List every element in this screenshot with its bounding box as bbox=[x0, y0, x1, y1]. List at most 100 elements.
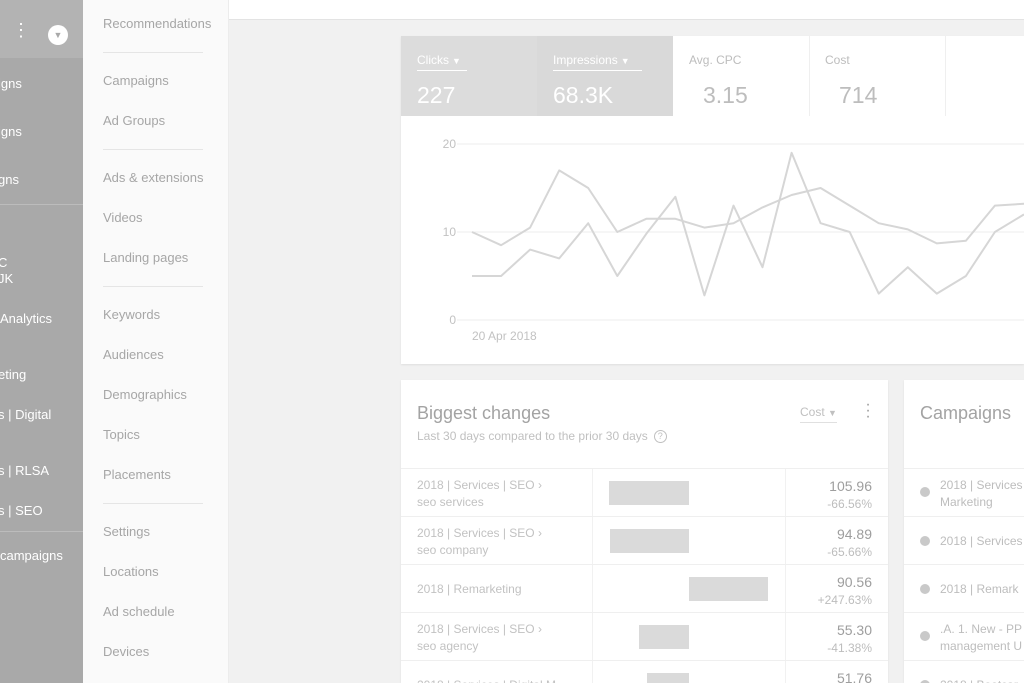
row-value: 55.30 bbox=[836, 622, 872, 638]
series-line-0 bbox=[471, 169, 1024, 247]
nav-item-keywords[interactable]: Keywords bbox=[103, 307, 160, 322]
metric-label: Clicks ▼ bbox=[417, 53, 461, 67]
nav-item-campaigns[interactable]: Campaigns bbox=[103, 73, 169, 88]
campaign-name-line2: Marketing bbox=[940, 495, 993, 509]
metric-label: Cost bbox=[825, 53, 850, 67]
campaign-row[interactable]: .A. 1. New - PP management U bbox=[904, 612, 1024, 661]
row-change: -41.38% bbox=[827, 641, 872, 655]
biggest-changes-card: Biggest changes Last 30 days compared to… bbox=[401, 380, 888, 683]
nav-item-videos[interactable]: Videos bbox=[103, 210, 143, 225]
change-bar bbox=[610, 529, 689, 553]
nav-divider bbox=[103, 286, 203, 287]
change-bar-zone bbox=[592, 517, 786, 565]
nav-item-placements[interactable]: Placements bbox=[103, 467, 171, 482]
metric-clicks[interactable]: Clicks ▼ 227 bbox=[401, 36, 537, 116]
table-row[interactable]: 2018 | Services | Digital M... › 51.76 bbox=[401, 660, 888, 683]
nav-item-recommendations[interactable]: Recommendations bbox=[103, 16, 211, 31]
sidebar-campaign-item[interactable]: JK bbox=[0, 271, 13, 286]
table-row[interactable]: 2018 | Remarketing 90.56 +247.63% bbox=[401, 564, 888, 613]
row-value: 105.96 bbox=[829, 478, 872, 494]
nav-item-devices[interactable]: Devices bbox=[103, 644, 149, 659]
metric-avg-cpc[interactable]: Avg. CPC 3.15 bbox=[673, 36, 810, 116]
campaigns-card: Campaigns 2018 | Services Marketing 2018 |… bbox=[904, 380, 1024, 683]
status-dot-icon bbox=[920, 487, 930, 497]
campaign-row[interactable]: 2018 | Services bbox=[904, 516, 1024, 565]
sidebar-all-campaigns[interactable]: campaigns bbox=[0, 548, 63, 563]
table-row[interactable]: 2018 | Services | SEO › seo agency 55.30 -4… bbox=[401, 612, 888, 661]
status-dot-icon bbox=[920, 631, 930, 641]
sidebar-campaign-item[interactable]: s | Digital bbox=[0, 407, 51, 422]
change-bar bbox=[639, 625, 689, 649]
campaign-row[interactable]: 2018 | Remark bbox=[904, 564, 1024, 613]
performance-card: Clicks ▼ 227 Impressions ▼ 68.3K Avg. CPC … bbox=[401, 36, 1024, 364]
nav-item-settings[interactable]: Settings bbox=[103, 524, 150, 539]
nav-divider bbox=[103, 503, 203, 504]
row-name: 2018 | Services | Digital M... › bbox=[417, 678, 573, 683]
nav-divider bbox=[103, 149, 203, 150]
metric-value: 714 bbox=[839, 82, 878, 108]
change-bar-zone bbox=[592, 565, 786, 613]
sidebar-campaign-item[interactable]: C bbox=[0, 255, 7, 270]
sidebar-campaign-item[interactable]: gns bbox=[0, 172, 19, 187]
metric-value: 3.15 bbox=[703, 82, 748, 108]
campaign-name: .A. 1. New - PP bbox=[940, 622, 1023, 636]
campaign-row[interactable]: 2018 | Bootcar bbox=[904, 660, 1024, 683]
nav-divider bbox=[103, 52, 203, 53]
campaign-name: 2018 | Bootcar bbox=[940, 678, 1018, 683]
nav-item-ad-groups[interactable]: Ad Groups bbox=[103, 113, 165, 128]
card-title: Biggest changes bbox=[417, 403, 551, 423]
metric-underline bbox=[553, 70, 642, 71]
row-change: -66.56% bbox=[827, 497, 872, 511]
sidebar-campaign-item[interactable]: eting bbox=[0, 367, 26, 382]
y-tick-label: 10 bbox=[443, 225, 457, 239]
sidebar-campaign-item[interactable]: Analytics bbox=[0, 311, 52, 326]
row-name: 2018 | Services | SEO › seo agency bbox=[417, 622, 542, 653]
metric-cost[interactable]: Cost 714 bbox=[809, 36, 946, 116]
performance-chart: 20 10 0 20 Apr 2018 bbox=[401, 116, 1024, 364]
help-icon[interactable]: ? bbox=[653, 430, 667, 444]
account-sidebar-header: ⋮ ▼ bbox=[0, 0, 83, 58]
more-vert-icon[interactable]: ⋮ bbox=[12, 21, 30, 39]
x-tick-label: 20 Apr 2018 bbox=[472, 329, 537, 343]
metric-underline bbox=[417, 70, 467, 71]
nav-item-ad-schedule[interactable]: Ad schedule bbox=[103, 604, 175, 619]
nav-item-demographics[interactable]: Demographics bbox=[103, 387, 187, 402]
metric-label: Impressions ▼ bbox=[553, 53, 630, 67]
dropdown-caret-icon: ▼ bbox=[452, 56, 461, 66]
campaign-name: 2018 | Services bbox=[940, 478, 1023, 492]
account-sidebar: ⋮ ▼ igns igns gns C JK Analytics eting s… bbox=[0, 0, 83, 683]
nav-item-landing-pages[interactable]: Landing pages bbox=[103, 250, 188, 265]
change-bar bbox=[689, 577, 768, 601]
campaign-row[interactable]: 2018 | Services Marketing bbox=[904, 468, 1024, 517]
row-value: 94.89 bbox=[836, 526, 872, 542]
nav-item-topics[interactable]: Topics bbox=[103, 427, 140, 442]
metric-value: 68.3K bbox=[553, 82, 614, 108]
row-value: 90.56 bbox=[836, 574, 872, 590]
change-bar-zone bbox=[592, 661, 786, 683]
account-dropdown-icon[interactable]: ▼ bbox=[48, 25, 68, 45]
nav-item-locations[interactable]: Locations bbox=[103, 564, 159, 579]
campaign-name: 2018 | Services bbox=[940, 534, 1023, 548]
sidebar-campaign-item[interactable]: s | SEO bbox=[0, 503, 43, 518]
row-name: 2018 | Services | SEO › seo services bbox=[417, 478, 542, 509]
sidebar-campaign-item[interactable]: igns bbox=[0, 124, 22, 139]
more-vert-icon[interactable]: · · · bbox=[863, 397, 873, 425]
nav-item-audiences[interactable]: Audiences bbox=[103, 347, 164, 362]
sidebar-campaign-item[interactable]: s | RLSA bbox=[0, 463, 49, 478]
status-dot-icon bbox=[920, 536, 930, 546]
row-value: 51.76 bbox=[836, 670, 872, 683]
metric-impressions[interactable]: Impressions ▼ 68.3K bbox=[537, 36, 673, 116]
y-tick-label: 0 bbox=[449, 313, 456, 327]
metric-label: Avg. CPC bbox=[689, 53, 742, 67]
performance-chart-svg: 20 10 0 20 Apr 2018 bbox=[443, 137, 1024, 343]
sidebar-campaign-item[interactable]: igns bbox=[0, 76, 22, 91]
table-row[interactable]: 2018 | Services | SEO › seo services 105.9… bbox=[401, 468, 888, 517]
series-line-1 bbox=[472, 151, 1024, 297]
nav-item-ads-extensions[interactable]: Ads & extensions bbox=[103, 170, 203, 185]
table-row[interactable]: 2018 | Services | SEO › seo company 94.89 -… bbox=[401, 516, 888, 565]
campaign-name-line2: management U bbox=[940, 639, 1023, 653]
row-change: -65.66% bbox=[827, 545, 872, 559]
sidebar-divider bbox=[0, 204, 83, 205]
change-bar-zone bbox=[592, 469, 786, 517]
metric-select[interactable]: Cost ▼ bbox=[800, 405, 837, 423]
